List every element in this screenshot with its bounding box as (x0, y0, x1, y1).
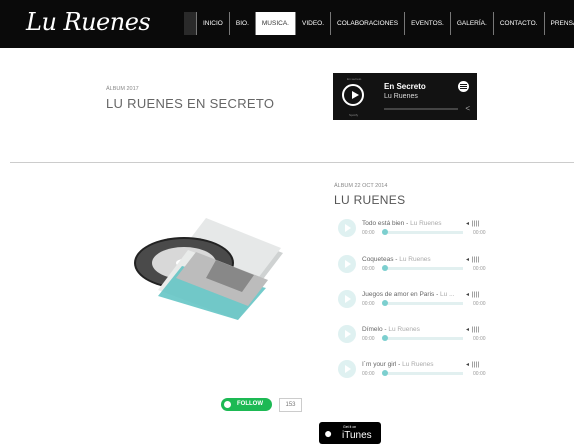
player-artist: Lu Ruenes (384, 93, 418, 100)
track-progress-knob[interactable] (382, 300, 388, 306)
nav-item-inicio[interactable]: INICIO (197, 12, 229, 35)
track-row: Dímelo - Lu Ruenes 00:00 ◂​ |||| 00:00 (338, 324, 494, 346)
spotify-player: En secreto Spotify En Secreto Lu Ruenes … (333, 73, 477, 120)
track-current-time: 00:00 (362, 230, 375, 236)
track-name: I´m your girl - Lu Ruenes (362, 361, 434, 368)
track-progress-knob[interactable] (382, 335, 388, 341)
track-row: Coqueteas - Lu Ruenes 00:00 ◂​ |||| 00:0… (338, 254, 494, 276)
main-nav: INICIO BIO. MUSICA. VIDEO. COLABORACIONE… (184, 12, 574, 35)
top-album-title: LU RUENES EN SECRETO (106, 96, 275, 111)
track-title: Coqueteas (362, 256, 394, 263)
site-logo[interactable]: Lu Ruenes (26, 8, 151, 36)
player-track-title: En Secreto (384, 82, 426, 91)
follow-label: FOLLOW (237, 401, 263, 407)
track-progress-bar[interactable] (382, 267, 463, 270)
play-icon[interactable] (342, 84, 364, 106)
track-progress-bar[interactable] (382, 337, 463, 340)
share-icon[interactable]: < (465, 104, 470, 113)
track-play-icon[interactable] (338, 255, 356, 273)
track-current-time: 00:00 (362, 266, 375, 272)
itunes-big-text: iTunes (342, 430, 372, 441)
follow-button[interactable]: FOLLOW (221, 398, 272, 411)
track-artist: Lu Ruenes (410, 220, 442, 227)
track-title: Dímelo (362, 326, 383, 333)
track-row: Todo está bien - Lu Ruenes 00:00 ◂​ ||||… (338, 218, 494, 240)
track-progress-knob[interactable] (382, 229, 388, 235)
site-header: Lu Ruenes INICIO BIO. MUSICA. VIDEO. COL… (0, 0, 574, 48)
apple-icon: ● (324, 425, 333, 441)
volume-icon[interactable]: ◂​ |||| (466, 220, 480, 227)
track-artist: Lu Ruenes (402, 361, 434, 368)
album-label: ÁLBUM 22 OCT 2014 (334, 183, 388, 189)
itunes-badge[interactable]: ● Get it on iTunes (319, 422, 381, 444)
volume-icon[interactable]: ◂​ |||| (466, 256, 480, 263)
nav-item-galeria[interactable]: GALERÍA. (451, 12, 493, 35)
nav-item-contacto[interactable]: CONTACTO. (494, 12, 544, 35)
track-name: Juegos de amor en Paris - Lu ... (362, 291, 455, 298)
track-duration: 00:00 (473, 371, 486, 377)
player-brand-label: Spotify (349, 113, 359, 117)
track-duration: 00:00 (473, 230, 486, 236)
track-artist: Lu Ruenes (399, 256, 431, 263)
track-current-time: 00:00 (362, 336, 375, 342)
volume-icon[interactable]: ◂​ |||| (466, 361, 480, 368)
track-play-icon[interactable] (338, 219, 356, 237)
follower-count: 153 (279, 398, 302, 412)
album-title: LU RUENES (334, 193, 406, 207)
player-tiny-label: En secreto (347, 77, 362, 81)
nav-item-video[interactable]: VIDEO. (296, 12, 330, 35)
track-progress-bar[interactable] (382, 231, 463, 234)
track-name: Todo está bien - Lu Ruenes (362, 220, 442, 227)
track-row: Juegos de amor en Paris - Lu ... 00:00 ◂… (338, 289, 494, 311)
nav-item-bio[interactable]: BIO. (230, 12, 255, 35)
player-progress-bar[interactable] (384, 108, 458, 110)
nav-item-prensa[interactable]: PRENSA. (545, 12, 574, 35)
track-duration: 00:00 (473, 301, 486, 307)
itunes-small-text: Get it on (343, 425, 357, 429)
track-play-icon[interactable] (338, 360, 356, 378)
track-play-icon[interactable] (338, 290, 356, 308)
track-title: Juegos de amor en Paris (362, 291, 435, 298)
track-duration: 00:00 (473, 336, 486, 342)
nav-spacer (184, 12, 196, 35)
track-progress-knob[interactable] (382, 370, 388, 376)
section-divider (10, 162, 574, 163)
track-play-icon[interactable] (338, 325, 356, 343)
album-cover-image (126, 208, 286, 328)
nav-item-eventos[interactable]: EVENTOS. (405, 12, 450, 35)
top-album-label: ÁLBUM 2017 (106, 86, 139, 92)
spotify-icon (224, 401, 231, 408)
track-artist: Lu Ruenes (388, 326, 420, 333)
track-name: Dímelo - Lu Ruenes (362, 326, 420, 333)
track-current-time: 00:00 (362, 301, 375, 307)
track-name: Coqueteas - Lu Ruenes (362, 256, 431, 263)
track-title: Todo está bien (362, 220, 405, 227)
track-title: I´m your girl (362, 361, 397, 368)
volume-icon[interactable]: ◂​ |||| (466, 291, 480, 298)
track-progress-bar[interactable] (382, 302, 463, 305)
track-current-time: 00:00 (362, 371, 375, 377)
spotify-icon[interactable] (458, 81, 469, 92)
volume-icon[interactable]: ◂​ |||| (466, 326, 480, 333)
track-progress-knob[interactable] (382, 265, 388, 271)
track-duration: 00:00 (473, 266, 486, 272)
track-row: I´m your girl - Lu Ruenes 00:00 ◂​ |||| … (338, 359, 494, 381)
track-progress-bar[interactable] (382, 372, 463, 375)
nav-item-colaboraciones[interactable]: COLABORACIONES (331, 12, 404, 35)
nav-item-musica[interactable]: MUSICA. (255, 12, 295, 35)
track-artist: Lu ... (440, 291, 455, 298)
